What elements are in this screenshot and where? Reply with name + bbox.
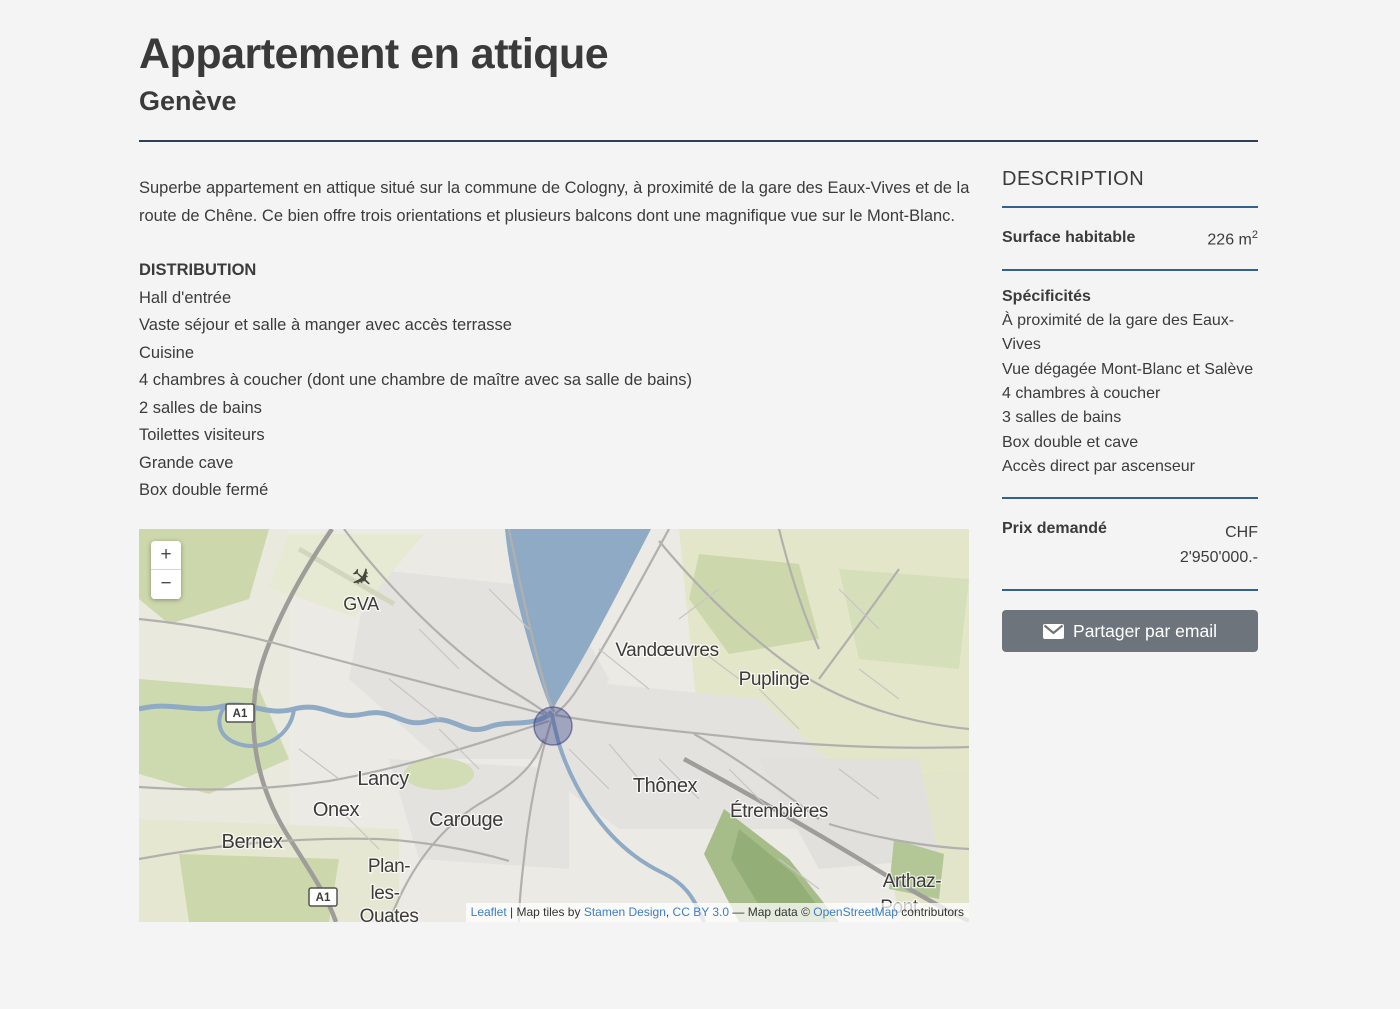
map-label-gva: GVA: [343, 594, 379, 614]
distribution-item: Box double fermé: [139, 477, 970, 505]
map-label-puplinge: Puplinge: [739, 669, 810, 690]
location-map[interactable]: A1 A1 ✈ GVA Vandœuvres Puplinge Lancy: [139, 529, 969, 922]
price-row: Prix demandé CHF 2'950'000.-: [1002, 499, 1258, 589]
specificite-item: Vue dégagée Mont-Blanc et Salève: [1002, 358, 1258, 382]
sidebar-heading: DESCRIPTION: [1002, 168, 1258, 191]
map-label-etrembieres: Étrembières: [730, 801, 828, 822]
stamen-link[interactable]: Stamen Design: [584, 905, 666, 919]
surface-row: Surface habitable 226 m2: [1002, 208, 1258, 268]
distribution-item: Hall d'entrée: [139, 285, 970, 313]
map-label-vandoeuvres: Vandœuvres: [615, 640, 718, 661]
zoom-in-button[interactable]: +: [151, 541, 181, 570]
map-canvas: A1 A1 ✈ GVA Vandœuvres Puplinge Lancy: [139, 529, 969, 922]
share-email-label: Partager par email: [1073, 621, 1217, 642]
listing-header: Appartement en attique Genève: [139, 30, 1258, 142]
specificites-section: Spécificités À proximité de la gare des …: [1002, 271, 1258, 497]
road-badge-a1: A1: [226, 704, 254, 722]
specificite-item: 4 chambres à coucher: [1002, 382, 1258, 406]
distribution-item: Cuisine: [139, 340, 970, 368]
specificite-item: Box double et cave: [1002, 431, 1258, 455]
page-title: Appartement en attique: [139, 30, 1258, 79]
map-label-les: les-: [370, 883, 399, 904]
map-label-ouates: Ouates: [360, 906, 419, 922]
surface-value: 226 m2: [1207, 229, 1258, 249]
distribution-item: 4 chambres à coucher (dont une chambre d…: [139, 367, 970, 395]
share-email-button[interactable]: Partager par email: [1002, 610, 1258, 652]
map-label-carouge: Carouge: [429, 809, 503, 831]
distribution-heading: DISTRIBUTION: [139, 257, 970, 285]
distribution-item: Grande cave: [139, 450, 970, 478]
distribution-section: DISTRIBUTION Hall d'entrée Vaste séjour …: [139, 257, 970, 505]
distribution-item: Toilettes visiteurs: [139, 422, 970, 450]
map-zoom-control: + −: [151, 541, 181, 599]
map-marker[interactable]: [534, 707, 572, 745]
surface-exponent: 2: [1252, 229, 1258, 241]
page: Appartement en attique Genève Superbe ap…: [0, 0, 1400, 922]
map-label-bernex: Bernex: [222, 831, 283, 853]
road-badge-a1: A1: [309, 888, 337, 906]
ccby-link[interactable]: CC BY 3.0: [673, 905, 729, 919]
specificite-item: À proximité de la gare des Eaux-Vives: [1002, 309, 1258, 358]
sidebar-divider: [1002, 589, 1258, 591]
map-label-onex: Onex: [313, 799, 360, 821]
osm-link[interactable]: OpenStreetMap: [813, 905, 898, 919]
listing-description: Superbe appartement en attique situé sur…: [139, 175, 970, 230]
specificite-item: Accès direct par ascenseur: [1002, 455, 1258, 479]
map-label-thonex: Thônex: [633, 775, 698, 797]
svg-text:A1: A1: [233, 708, 248, 720]
distribution-item: Vaste séjour et salle à manger avec accè…: [139, 312, 970, 340]
surface-label: Surface habitable: [1002, 229, 1135, 247]
envelope-icon: [1043, 624, 1064, 639]
price-label: Prix demandé: [1002, 520, 1107, 538]
attribution-text: | Map tiles by: [507, 905, 584, 919]
page-subtitle: Genève: [139, 86, 1258, 117]
svg-text:A1: A1: [316, 892, 331, 904]
description-sidebar: DESCRIPTION Surface habitable 226 m2 Spé…: [1002, 142, 1258, 922]
attribution-text: contributors: [898, 905, 964, 919]
distribution-item: 2 salles de bains: [139, 395, 970, 423]
price-value: CHF 2'950'000.-: [1146, 520, 1258, 570]
attribution-text: ,: [666, 905, 673, 919]
map-label-lancy: Lancy: [357, 768, 409, 790]
map-label-arthaz: Arthaz-: [883, 871, 942, 892]
specificites-heading: Spécificités: [1002, 285, 1258, 309]
attribution-text: — Map data ©: [729, 905, 813, 919]
leaflet-link[interactable]: Leaflet: [471, 905, 507, 919]
specificite-item: 3 salles de bains: [1002, 406, 1258, 430]
zoom-out-button[interactable]: −: [151, 570, 181, 599]
map-attribution: Leaflet | Map tiles by Stamen Design, CC…: [466, 903, 969, 922]
main-column: Superbe appartement en attique situé sur…: [139, 142, 970, 922]
map-label-plan: Plan-: [368, 856, 410, 877]
